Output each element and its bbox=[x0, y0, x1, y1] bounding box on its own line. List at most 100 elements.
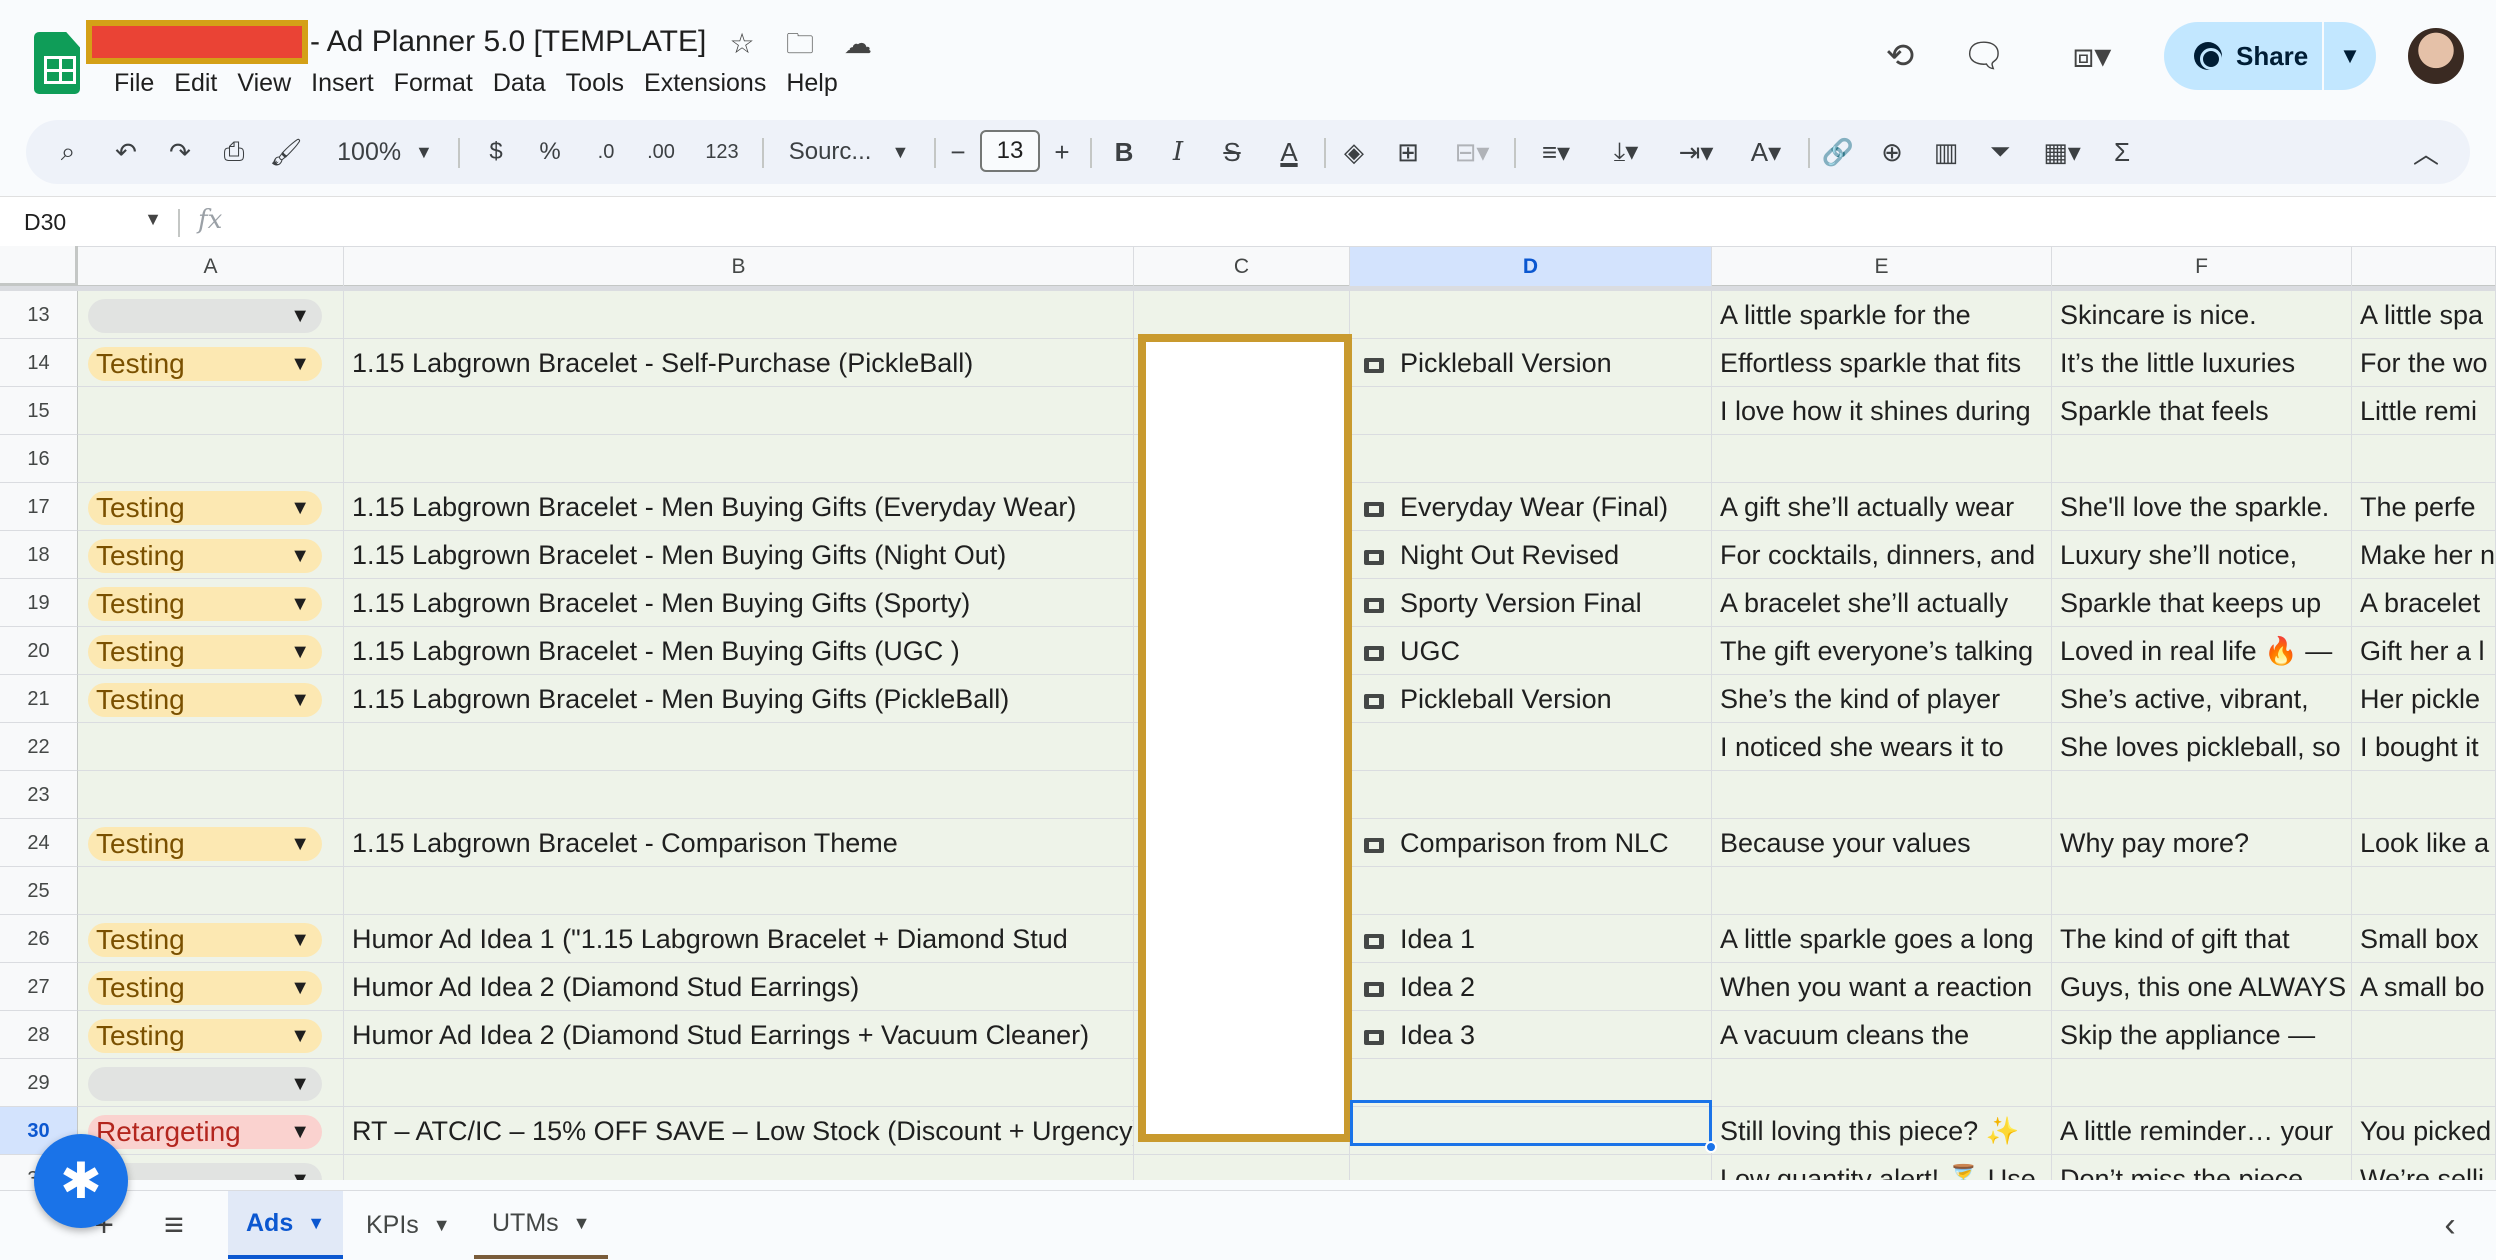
row-number[interactable]: 14 bbox=[0, 339, 78, 387]
horizontal-align-icon[interactable]: ≡▾ bbox=[1526, 120, 1586, 184]
asset-link-cell[interactable] bbox=[1350, 291, 1712, 339]
creative-cell[interactable] bbox=[1134, 1155, 1350, 1180]
borders-icon[interactable]: ⊞ bbox=[1388, 120, 1428, 184]
primary-text-3-cell[interactable] bbox=[2352, 1011, 2496, 1059]
ad-name-cell[interactable] bbox=[344, 291, 1134, 339]
sheet-tab-kpis[interactable]: KPIs ▼ bbox=[348, 1191, 469, 1259]
text-wrapping-icon[interactable]: ⇥▾ bbox=[1666, 120, 1726, 184]
status-dropdown-chip[interactable]: Testing ▼ bbox=[88, 683, 322, 717]
primary-text-cell[interactable] bbox=[1712, 435, 2052, 483]
ad-name-cell[interactable]: Humor Ad Idea 1 ("1.15 Labgrown Bracelet… bbox=[344, 915, 1134, 963]
text-rotation-icon[interactable]: A▾ bbox=[1736, 120, 1796, 184]
all-sheets-icon[interactable]: ≡ bbox=[152, 1203, 196, 1247]
asset-link-label[interactable]: Pickleball Version bbox=[1400, 348, 1612, 378]
ad-name-cell[interactable]: 1.15 Labgrown Bracelet - Men Buying Gift… bbox=[344, 579, 1134, 627]
primary-text-cell[interactable]: A little sparkle goes a long bbox=[1712, 915, 2052, 963]
ad-name-cell[interactable] bbox=[344, 723, 1134, 771]
primary-text-2-cell[interactable]: Sparkle that keeps up bbox=[2052, 579, 2352, 627]
column-header-a[interactable]: A bbox=[78, 247, 344, 287]
row-number[interactable]: 23 bbox=[0, 771, 78, 819]
primary-text-3-cell[interactable]: A small bo bbox=[2352, 963, 2496, 1011]
move-folder-icon[interactable]: 🗀 bbox=[782, 26, 818, 62]
share-main[interactable]: Share bbox=[2164, 22, 2322, 90]
select-all-corner[interactable] bbox=[0, 246, 78, 286]
ad-name-cell[interactable]: Humor Ad Idea 2 (Diamond Stud Earrings) bbox=[344, 963, 1134, 1011]
ad-name-cell[interactable] bbox=[344, 387, 1134, 435]
primary-text-3-cell[interactable]: For the wo bbox=[2352, 339, 2496, 387]
asset-link-cell[interactable]: Pickleball Version bbox=[1350, 675, 1712, 723]
assistant-fab-icon[interactable]: ✱ bbox=[34, 1134, 128, 1228]
primary-text-3-cell[interactable] bbox=[2352, 435, 2496, 483]
ad-name-cell[interactable]: 1.15 Labgrown Bracelet - Self-Purchase (… bbox=[344, 339, 1134, 387]
print-icon[interactable]: ⎙ bbox=[214, 120, 254, 184]
comments-icon[interactable]: 🗨 bbox=[1962, 34, 2006, 78]
status-cell[interactable]: Retargeting ▼ bbox=[78, 1107, 344, 1155]
primary-text-2-cell[interactable]: Skincare is nice. bbox=[2052, 291, 2352, 339]
sheets-logo-icon[interactable] bbox=[34, 32, 80, 94]
menu-file[interactable]: File bbox=[104, 66, 164, 100]
primary-text-3-cell[interactable]: You picked bbox=[2352, 1107, 2496, 1155]
primary-text-cell[interactable]: Low quantity alert! ⏳ Use bbox=[1712, 1155, 2052, 1180]
primary-text-cell[interactable]: When you want a reaction bbox=[1712, 963, 2052, 1011]
asset-link-cell[interactable]: UGC bbox=[1350, 627, 1712, 675]
primary-text-cell[interactable] bbox=[1712, 1059, 2052, 1107]
menu-edit[interactable]: Edit bbox=[164, 66, 227, 100]
primary-text-2-cell[interactable]: Sparkle that feels bbox=[2052, 387, 2352, 435]
status-cell[interactable]: Testing ▼ bbox=[78, 531, 344, 579]
menu-data[interactable]: Data bbox=[483, 66, 556, 100]
status-dropdown-chip[interactable]: Testing ▼ bbox=[88, 1019, 322, 1053]
primary-text-cell[interactable]: A little sparkle for the bbox=[1712, 291, 2052, 339]
strikethrough-icon[interactable]: S bbox=[1212, 120, 1252, 184]
ad-name-cell[interactable]: 1.15 Labgrown Bracelet - Men Buying Gift… bbox=[344, 483, 1134, 531]
primary-text-3-cell[interactable]: A little spa bbox=[2352, 291, 2496, 339]
primary-text-2-cell[interactable]: Why pay more? bbox=[2052, 819, 2352, 867]
star-icon[interactable]: ☆ bbox=[724, 26, 760, 62]
decrease-font-size-icon[interactable]: − bbox=[940, 120, 976, 184]
ad-name-cell[interactable] bbox=[344, 1059, 1134, 1107]
primary-text-cell[interactable]: I love how it shines during bbox=[1712, 387, 2052, 435]
asset-link-label[interactable]: Idea 3 bbox=[1400, 1020, 1475, 1050]
asset-link-label[interactable]: UGC bbox=[1400, 636, 1460, 666]
primary-text-cell[interactable]: A gift she’ll actually wear bbox=[1712, 483, 2052, 531]
ad-name-cell[interactable]: 1.15 Labgrown Bracelet - Men Buying Gift… bbox=[344, 675, 1134, 723]
asset-link-cell[interactable]: Everyday Wear (Final) bbox=[1350, 483, 1712, 531]
status-dropdown-chip[interactable]: Testing ▼ bbox=[88, 827, 322, 861]
primary-text-2-cell[interactable]: Luxury she’ll notice, bbox=[2052, 531, 2352, 579]
functions-icon[interactable]: Σ bbox=[2102, 120, 2142, 184]
document-title[interactable]: - Ad Planner 5.0 [TEMPLATE] bbox=[86, 20, 706, 64]
column-header-g[interactable] bbox=[2352, 247, 2496, 287]
redo-icon[interactable]: ↷ bbox=[160, 120, 200, 184]
primary-text-2-cell[interactable]: Loved in real life 🔥 — bbox=[2052, 627, 2352, 675]
name-box[interactable]: D30 ▼ bbox=[0, 197, 176, 247]
ad-name-cell[interactable] bbox=[344, 435, 1134, 483]
menu-view[interactable]: View bbox=[227, 66, 301, 100]
row-number[interactable]: 27 bbox=[0, 963, 78, 1011]
ad-name-cell[interactable]: Humor Ad Idea 2 (Diamond Stud Earrings +… bbox=[344, 1011, 1134, 1059]
primary-text-2-cell[interactable]: She'll love the sparkle. bbox=[2052, 483, 2352, 531]
paint-format-icon[interactable]: 🖌 bbox=[266, 120, 306, 184]
primary-text-2-cell[interactable]: A little reminder… your bbox=[2052, 1107, 2352, 1155]
meet-icon[interactable]: ⧈▾ bbox=[2052, 34, 2132, 78]
primary-text-2-cell[interactable] bbox=[2052, 1059, 2352, 1107]
primary-text-cell[interactable] bbox=[1712, 771, 2052, 819]
column-header-d[interactable]: D bbox=[1350, 247, 1712, 287]
row-number[interactable]: 22 bbox=[0, 723, 78, 771]
row-number[interactable]: 21 bbox=[0, 675, 78, 723]
primary-text-3-cell[interactable] bbox=[2352, 1059, 2496, 1107]
asset-link-cell[interactable]: Pickleball Version bbox=[1350, 339, 1712, 387]
insert-link-icon[interactable]: 🔗 bbox=[1818, 120, 1858, 184]
row-number[interactable]: 18 bbox=[0, 531, 78, 579]
share-button[interactable]: Share ▼ bbox=[2164, 22, 2376, 90]
status-dropdown-chip[interactable]: ▼ bbox=[88, 299, 322, 333]
asset-link-cell[interactable]: Comparison from NLC bbox=[1350, 819, 1712, 867]
primary-text-2-cell[interactable]: Guys, this one ALWAYS bbox=[2052, 963, 2352, 1011]
primary-text-3-cell[interactable]: We’re selli bbox=[2352, 1155, 2496, 1180]
status-cell[interactable]: Testing ▼ bbox=[78, 339, 344, 387]
menu-insert[interactable]: Insert bbox=[301, 66, 384, 100]
primary-text-cell[interactable]: I noticed she wears it to bbox=[1712, 723, 2052, 771]
primary-text-2-cell[interactable]: The kind of gift that bbox=[2052, 915, 2352, 963]
status-dropdown-chip[interactable]: Testing ▼ bbox=[88, 923, 322, 957]
active-cell-selection[interactable] bbox=[1350, 1100, 1712, 1146]
asset-link-cell[interactable]: Idea 2 bbox=[1350, 963, 1712, 1011]
primary-text-2-cell[interactable]: Skip the appliance — bbox=[2052, 1011, 2352, 1059]
